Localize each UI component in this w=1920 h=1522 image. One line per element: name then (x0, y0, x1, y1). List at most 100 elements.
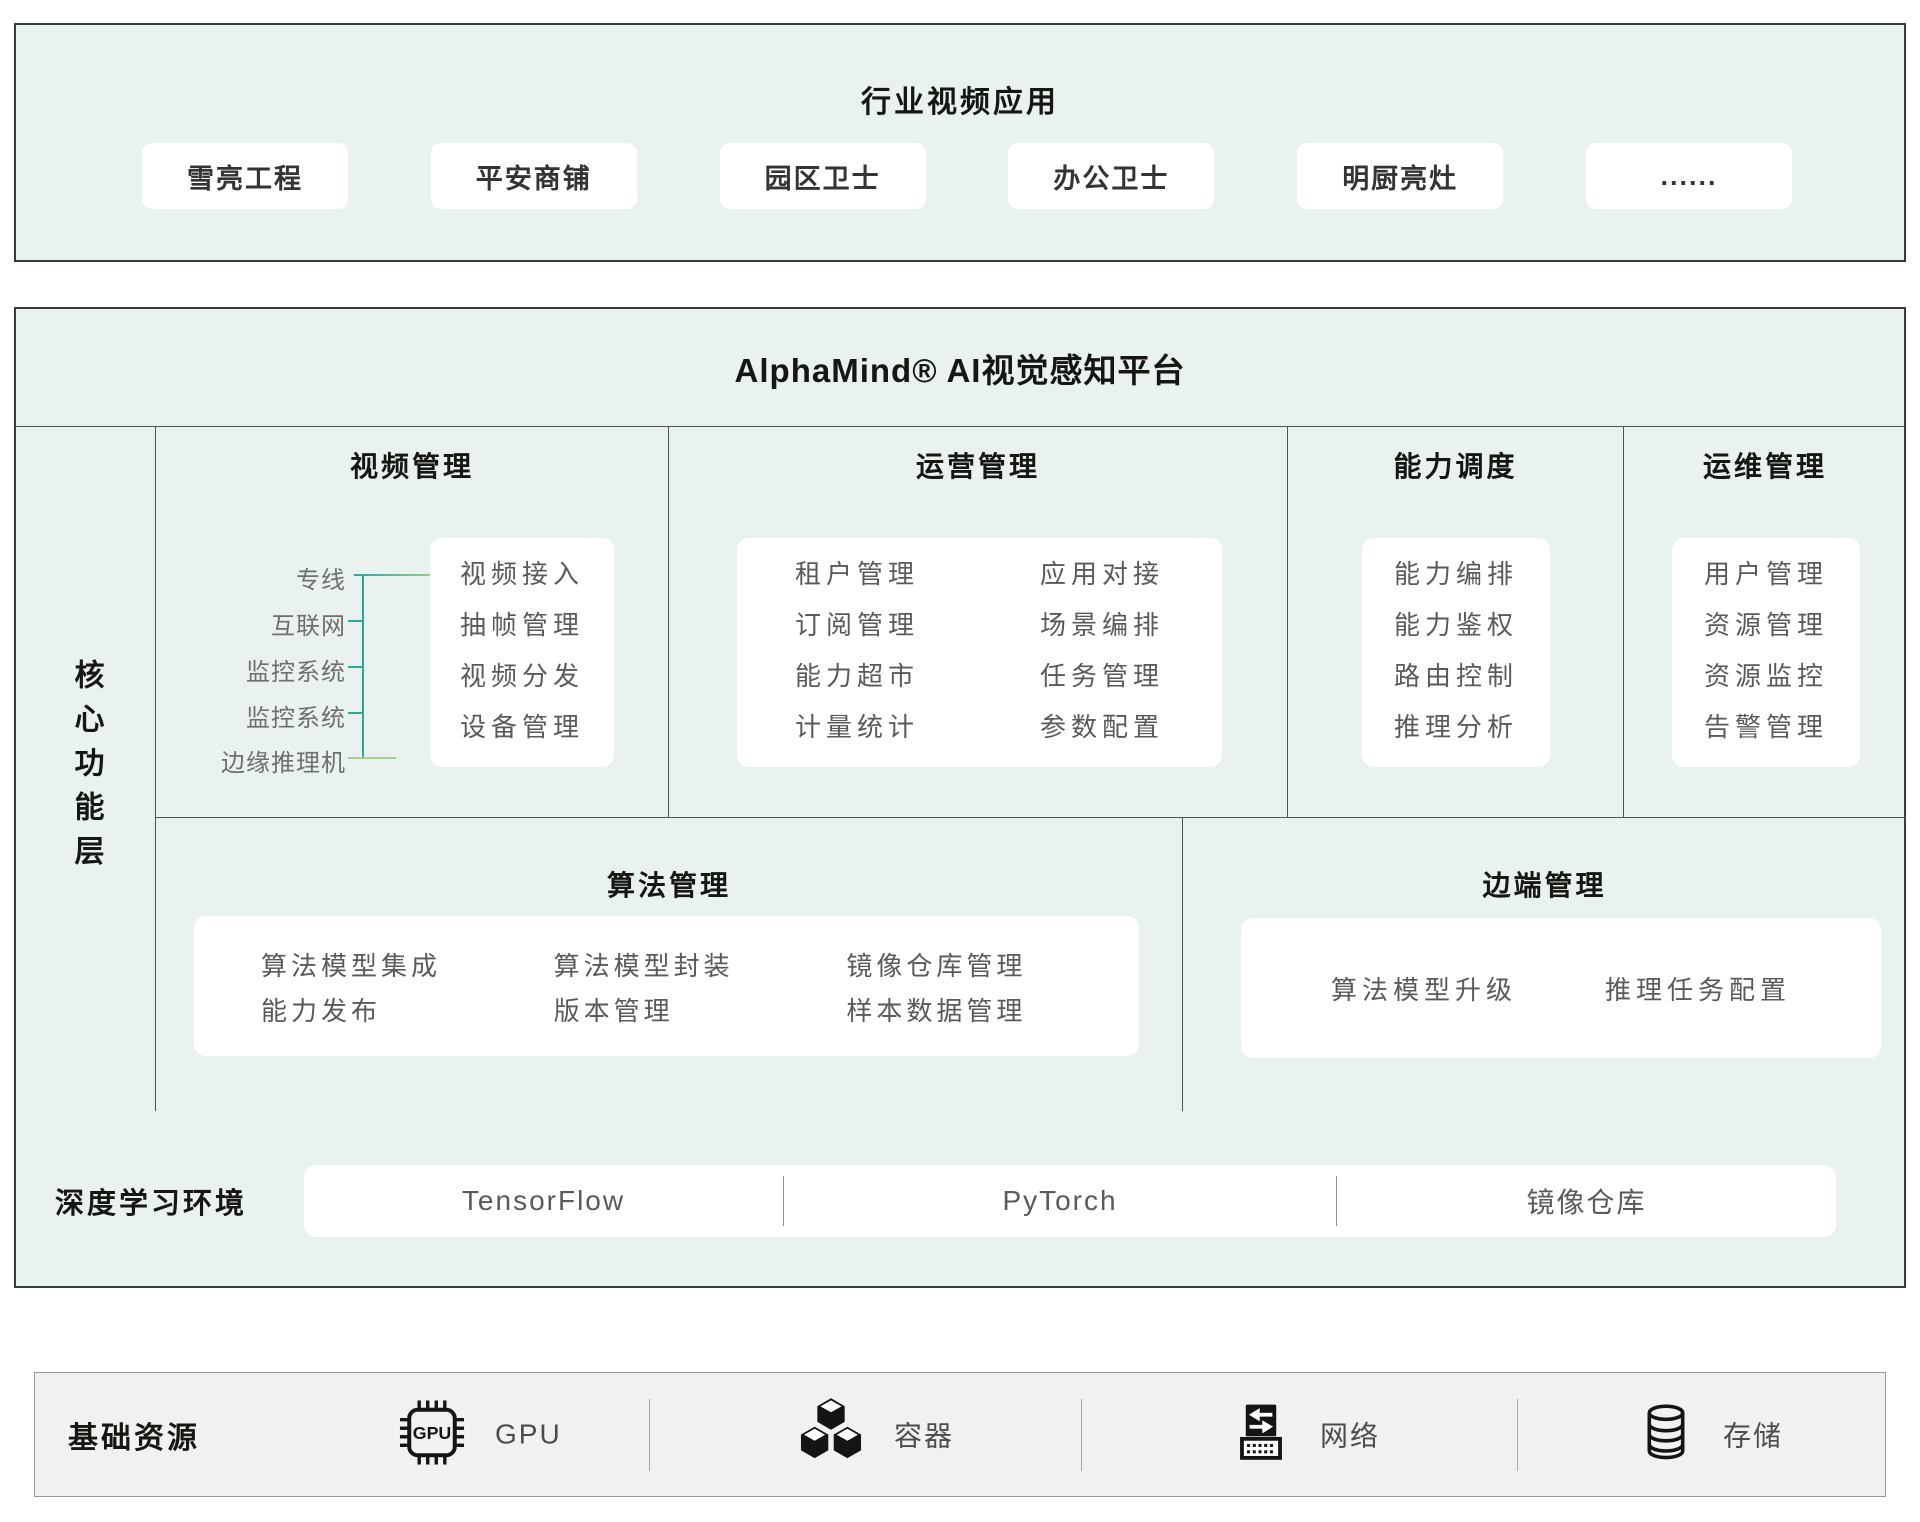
list-item: 参数配置 (1040, 702, 1164, 753)
network-switch-icon (1228, 1399, 1294, 1470)
list-item: 租户管理 (795, 549, 919, 600)
list-item: 设备管理 (430, 702, 614, 753)
list-item: 视频分发 (430, 651, 614, 702)
list-item: 能力编排 (1362, 549, 1550, 600)
algorithm-group: 算法模型封装 版本管理 (554, 944, 847, 1056)
platform-title: AlphaMind® AI视觉感知平台 (735, 344, 1186, 392)
resource-label: 存储 (1723, 1415, 1783, 1455)
core-function-layer-column: 核心功能层 (16, 427, 156, 1111)
container-cubes-icon (794, 1395, 868, 1474)
connector-tail-line (362, 757, 396, 759)
connector-branch-line (348, 620, 364, 622)
list-item: 任务管理 (1040, 651, 1164, 702)
svg-text:GPU: GPU (413, 1422, 452, 1442)
vertical-divider (1517, 1399, 1518, 1471)
platform-row2: 算法管理 算法模型集成 能力发布 算法模型封装 版本管理 镜像仓库管理 样本数据 (156, 817, 1906, 1111)
scheduling-functions-list: 能力编排 能力鉴权 路由控制 推理分析 (1362, 538, 1550, 753)
resource-label: 网络 (1320, 1415, 1380, 1455)
resource-network: 网络 (1228, 1399, 1380, 1470)
edge-functions-box: 算法模型升级 推理任务配置 (1241, 918, 1881, 1058)
list-item: 资源管理 (1672, 600, 1860, 651)
list-item: 用户管理 (1672, 549, 1860, 600)
scheduling-functions-box: 能力编排 能力鉴权 路由控制 推理分析 (1362, 538, 1550, 767)
video-source-label: 专线 (156, 560, 346, 595)
deep-learning-bar: TensorFlow PyTorch 镜像仓库 (304, 1165, 1836, 1237)
list-item: 算法模型升级 (1331, 970, 1517, 1007)
algorithm-group: 镜像仓库管理 样本数据管理 (846, 944, 1139, 1056)
operations-right-list: 应用对接 场景编排 任务管理 参数配置 (1040, 549, 1164, 767)
app-pill: 园区卫士 (720, 143, 926, 209)
list-item: 版本管理 (554, 989, 847, 1034)
list-item: 样本数据管理 (846, 989, 1139, 1034)
algorithm-management-title: 算法管理 (156, 864, 1182, 904)
resource-label: 容器 (894, 1415, 954, 1455)
list-item: 镜像仓库管理 (846, 944, 1139, 989)
dl-image-registry: 镜像仓库 (1337, 1165, 1836, 1237)
vertical-divider (649, 1399, 650, 1471)
list-item: 订阅管理 (795, 600, 919, 651)
ai-platform-architecture-diagram: 行业视频应用 雪亮工程 平安商铺 园区卫士 办公卫士 明厨亮灶 ...... A… (0, 0, 1920, 1522)
resource-container: 容器 (794, 1395, 954, 1474)
app-pill: 明厨亮灶 (1297, 143, 1503, 209)
core-function-layer-label: 核心功能层 (64, 659, 108, 879)
resource-gpu: GPU GPU (395, 1395, 562, 1474)
dl-framework-tensorflow: TensorFlow (304, 1165, 783, 1237)
operations-functions-box: 租户管理 订阅管理 能力超市 计量统计 应用对接 场景编排 任务管理 参数配置 (737, 538, 1222, 767)
edge-management-title: 边端管理 (1183, 864, 1906, 904)
list-item: 场景编排 (1040, 600, 1164, 651)
om-management-column: 运维管理 用户管理 资源管理 资源监控 告警管理 (1624, 427, 1906, 817)
vertical-divider (1081, 1399, 1082, 1471)
app-pill: 办公卫士 (1008, 143, 1214, 209)
om-functions-box: 用户管理 资源管理 资源监控 告警管理 (1672, 538, 1860, 767)
deep-learning-label: 深度学习环境 (55, 1180, 247, 1222)
resource-label: GPU (495, 1419, 562, 1451)
list-item: 推理分析 (1362, 702, 1550, 753)
list-item: 路由控制 (1362, 651, 1550, 702)
list-item: 推理任务配置 (1605, 970, 1791, 1007)
capability-scheduling-column: 能力调度 能力编排 能力鉴权 路由控制 推理分析 (1288, 427, 1624, 817)
connector-branch-line (348, 666, 364, 668)
list-item: 计量统计 (795, 702, 919, 753)
resource-storage: 存储 (1635, 1401, 1783, 1468)
industry-apps-row: 雪亮工程 平安商铺 园区卫士 办公卫士 明厨亮灶 ...... (142, 143, 1792, 209)
operations-management-title: 运营管理 (669, 445, 1287, 485)
storage-database-icon (1635, 1401, 1697, 1468)
deep-learning-row: 深度学习环境 TensorFlow PyTorch 镜像仓库 (16, 1111, 1904, 1290)
connector-branch-line (348, 712, 364, 714)
industry-apps-band: 行业视频应用 雪亮工程 平安商铺 园区卫士 办公卫士 明厨亮灶 ...... (14, 23, 1906, 262)
video-management-title: 视频管理 (156, 445, 668, 485)
video-source-label: 监控系统 (156, 698, 346, 733)
gpu-chip-icon: GPU (395, 1395, 469, 1474)
om-functions-list: 用户管理 资源管理 资源监控 告警管理 (1672, 538, 1860, 753)
list-item: 应用对接 (1040, 549, 1164, 600)
platform-header: AlphaMind® AI视觉感知平台 (16, 309, 1904, 427)
om-management-title: 运维管理 (1624, 445, 1906, 485)
video-source-label: 监控系统 (156, 652, 346, 687)
app-pill: 雪亮工程 (142, 143, 348, 209)
industry-band-title: 行业视频应用 (16, 77, 1904, 121)
edge-management-column: 边端管理 算法模型升级 推理任务配置 (1183, 818, 1906, 1111)
video-source-label: 边缘推理机 (156, 743, 346, 778)
dl-framework-pytorch: PyTorch (784, 1165, 1336, 1237)
list-item: 告警管理 (1672, 702, 1860, 753)
app-pill: 平安商铺 (431, 143, 637, 209)
list-item: 抽帧管理 (430, 600, 614, 651)
list-item: 视频接入 (430, 549, 614, 600)
algorithm-functions-box: 算法模型集成 能力发布 算法模型封装 版本管理 镜像仓库管理 样本数据管理 (194, 916, 1139, 1056)
list-item: 算法模型封装 (554, 944, 847, 989)
list-item: 能力超市 (795, 651, 919, 702)
video-management-column: 视频管理 专线 互联网 监控系统 监控系统 边缘推理机 视频接入 (156, 427, 669, 817)
platform-row1: 视频管理 专线 互联网 监控系统 监控系统 边缘推理机 视频接入 (156, 427, 1906, 817)
algorithm-management-column: 算法管理 算法模型集成 能力发布 算法模型封装 版本管理 镜像仓库管理 样本数据 (156, 818, 1183, 1111)
platform-band: AlphaMind® AI视觉感知平台 核心功能层 视频管理 专线 互联网 监控… (14, 307, 1906, 1288)
app-pill-more: ...... (1586, 143, 1792, 209)
list-item: 能力发布 (261, 989, 554, 1034)
list-item: 能力鉴权 (1362, 600, 1550, 651)
capability-scheduling-title: 能力调度 (1288, 445, 1623, 485)
operations-left-list: 租户管理 订阅管理 能力超市 计量统计 (795, 549, 919, 767)
operations-management-column: 运营管理 租户管理 订阅管理 能力超市 计量统计 应用对接 场景编排 任务管理 (669, 427, 1288, 817)
algorithm-group: 算法模型集成 能力发布 (261, 944, 554, 1056)
video-source-label: 互联网 (156, 606, 346, 641)
list-item: 资源监控 (1672, 651, 1860, 702)
platform-main-area: 视频管理 专线 互联网 监控系统 监控系统 边缘推理机 视频接入 (156, 427, 1906, 1111)
